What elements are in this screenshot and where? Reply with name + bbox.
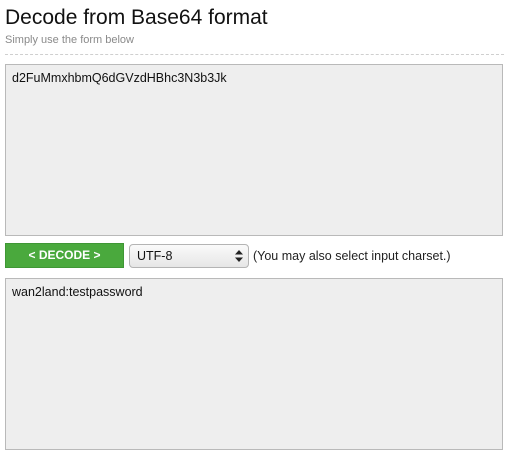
base64-input-textarea[interactable]: d2FuMmxhbmQ6dGVzdHBhc3N3b3Jk <box>5 64 503 236</box>
select-arrows-icon <box>235 250 243 262</box>
charset-selected-value: UTF-8 <box>137 249 173 263</box>
charset-select[interactable]: UTF-8 <box>129 244 249 268</box>
page-subtitle: Simply use the form below <box>5 34 134 46</box>
charset-note: (You may also select input charset.) <box>253 249 451 263</box>
decoded-output-textarea[interactable]: wan2land:testpassword <box>5 278 503 450</box>
decode-button[interactable]: < DECODE > <box>5 243 124 268</box>
page-title: Decode from Base64 format <box>5 6 268 29</box>
header-divider <box>5 54 504 55</box>
